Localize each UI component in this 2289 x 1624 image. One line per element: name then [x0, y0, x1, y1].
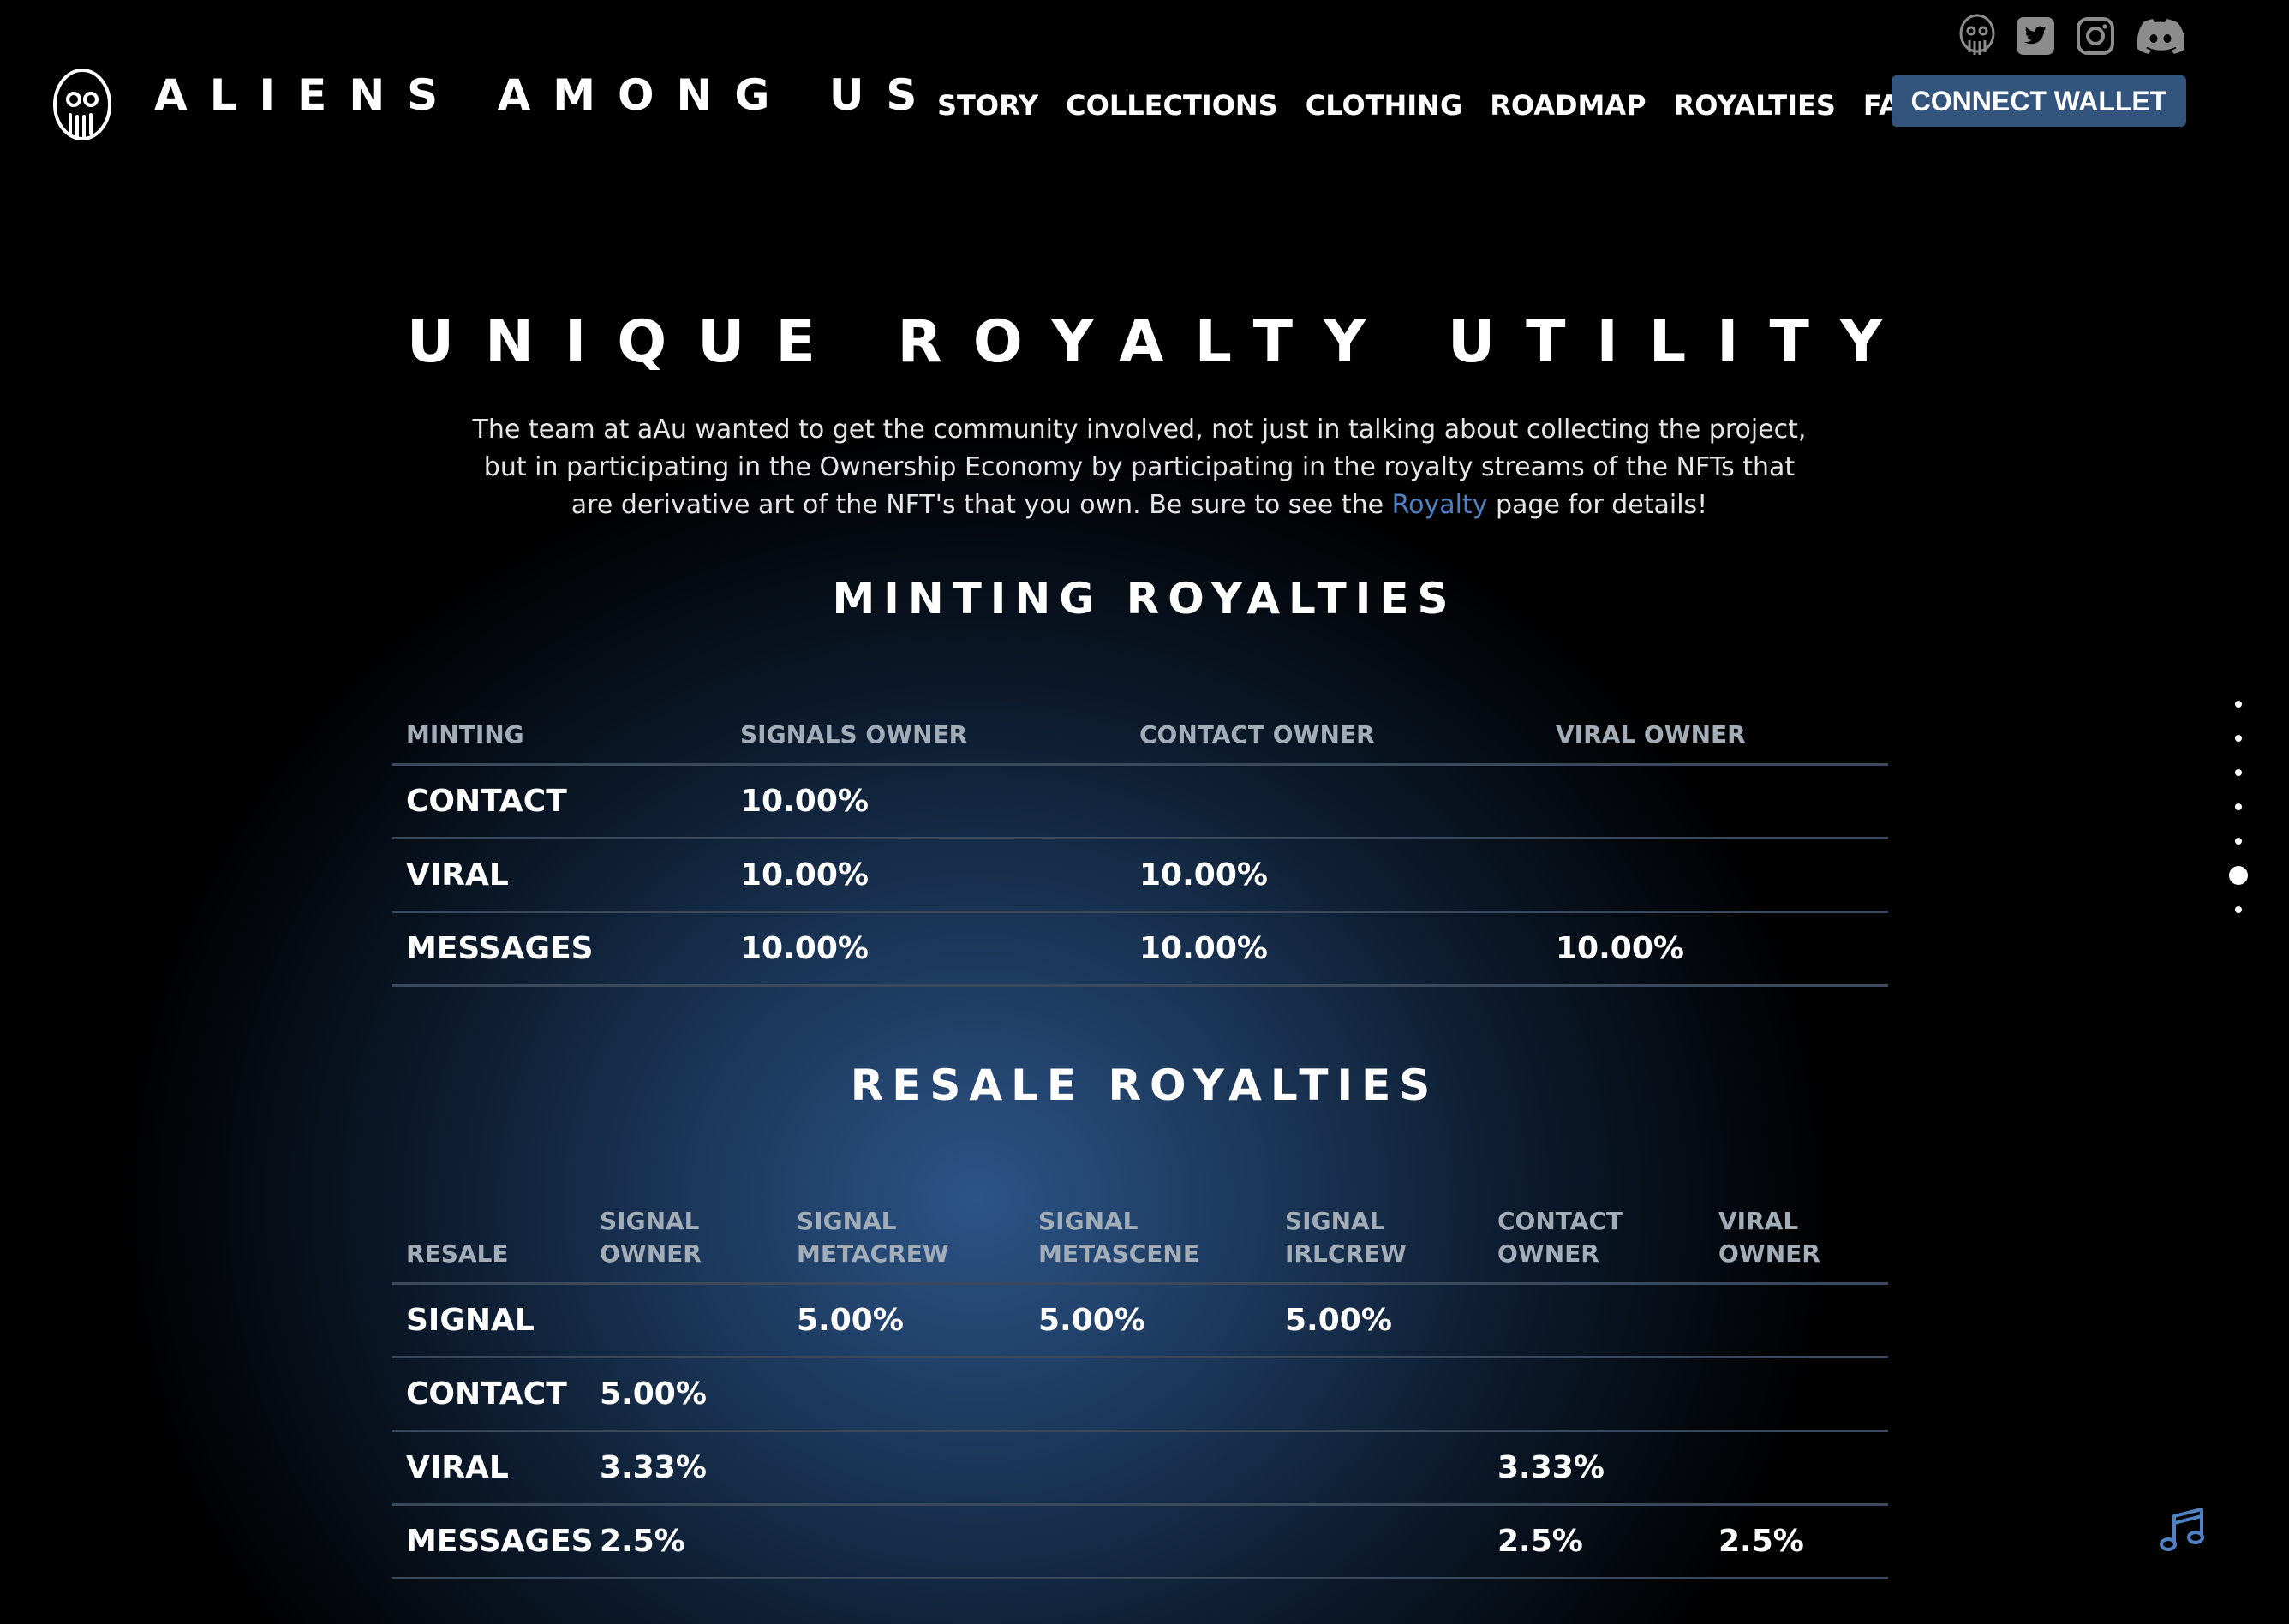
resale-heading: RESALE ROYALTIES: [850, 1060, 1439, 1110]
intro-text-after: page for details!: [1487, 490, 1708, 520]
table-cell: [1542, 838, 1888, 913]
table-cell: 10.00%: [1126, 838, 1542, 913]
discord-icon[interactable]: [2135, 12, 2186, 60]
table-cell: [1705, 1283, 1888, 1358]
column-header: RESALE: [392, 1196, 586, 1285]
column-header: SIGNAL IRLCREW: [1271, 1196, 1484, 1285]
table-cell: [586, 1283, 783, 1358]
table-cell: [783, 1357, 1025, 1432]
table-row: CONTACT 10.00%: [392, 764, 1888, 839]
table-cell: [783, 1504, 1025, 1579]
minting-heading: MINTING ROYALTIES: [832, 574, 1457, 624]
table-cell: 5.00%: [586, 1357, 783, 1432]
table-row: VIRAL 10.00% 10.00%: [392, 838, 1888, 913]
table-cell: [1025, 1430, 1271, 1506]
column-header: SIGNALS OWNER: [726, 701, 1126, 766]
table-cell: 3.33%: [586, 1430, 783, 1506]
table-row: CONTACT 5.00%: [392, 1357, 1888, 1432]
table-cell: [1126, 764, 1542, 839]
table-cell: [1484, 1283, 1705, 1358]
table-cell: 5.00%: [1025, 1283, 1271, 1358]
column-header: VIRAL OWNER: [1705, 1196, 1888, 1285]
section-dot[interactable]: [2235, 838, 2242, 845]
table-cell: VIRAL: [392, 838, 726, 913]
table-row: SIGNAL 5.00% 5.00% 5.00%: [392, 1283, 1888, 1358]
table-cell: 2.5%: [586, 1504, 783, 1579]
table-cell: [1705, 1357, 1888, 1432]
table-cell: VIRAL: [392, 1430, 586, 1506]
nav-clothing[interactable]: CLOTHING: [1306, 89, 1463, 122]
table-cell: 10.00%: [726, 764, 1126, 839]
table-cell: 2.5%: [1484, 1504, 1705, 1579]
twitter-icon[interactable]: [2011, 12, 2059, 60]
table-cell: CONTACT: [392, 764, 726, 839]
table-cell: MESSAGES: [392, 1504, 594, 1579]
royalty-link[interactable]: Royalty: [1392, 490, 1488, 520]
table-cell: [1025, 1357, 1271, 1432]
table-cell: 10.00%: [1126, 911, 1542, 987]
section-dot[interactable]: [2235, 701, 2242, 708]
column-header: SIGNAL METASCENE: [1025, 1196, 1271, 1285]
section-dot[interactable]: [2235, 735, 2242, 742]
table-cell: [1271, 1357, 1484, 1432]
table-cell: [1271, 1504, 1484, 1579]
table-cell: [1542, 764, 1888, 839]
page-title: UNIQUE ROYALTY UTILITY: [406, 308, 1914, 376]
connect-wallet-button[interactable]: CONNECT WALLET: [1892, 75, 2186, 127]
section-dot[interactable]: [2235, 803, 2242, 810]
column-header: SIGNAL OWNER: [586, 1196, 783, 1285]
alien-logo-icon[interactable]: [51, 65, 113, 151]
table-row: VIRAL 3.33% 3.33%: [392, 1430, 1888, 1506]
music-note-icon[interactable]: [2159, 1506, 2205, 1554]
main-nav: STORY COLLECTIONS CLOTHING ROADMAP ROYAL…: [937, 89, 1951, 122]
table-cell: 5.00%: [1271, 1283, 1484, 1358]
section-dot[interactable]: [2235, 769, 2242, 776]
minting-table: MINTING SIGNALS OWNER CONTACT OWNER VIRA…: [392, 701, 1888, 987]
table-row: MESSAGES 10.00% 10.00% 10.00%: [392, 911, 1888, 987]
table-cell: CONTACT: [392, 1357, 586, 1432]
table-cell: 10.00%: [1542, 911, 1888, 987]
column-header: SIGNAL METACREW: [783, 1196, 1025, 1285]
table-cell: 3.33%: [1484, 1430, 1705, 1506]
nav-roadmap[interactable]: ROADMAP: [1490, 89, 1646, 122]
nav-collections[interactable]: COLLECTIONS: [1066, 89, 1278, 122]
table-cell: 10.00%: [726, 838, 1126, 913]
table-cell: [1271, 1430, 1484, 1506]
instagram-icon[interactable]: [2071, 12, 2119, 60]
column-header: CONTACT OWNER: [1126, 701, 1542, 766]
table-cell: [1705, 1430, 1888, 1506]
column-header: CONTACT OWNER: [1484, 1196, 1705, 1285]
table-header-row: RESALE SIGNAL OWNER SIGNAL METACREW SIGN…: [392, 1196, 1888, 1285]
table-cell: [1025, 1504, 1271, 1579]
table-cell: 5.00%: [783, 1283, 1025, 1358]
table-cell: SIGNAL: [392, 1283, 586, 1358]
section-dot[interactable]: [2235, 906, 2242, 913]
nav-royalties[interactable]: ROYALTIES: [1674, 89, 1836, 122]
column-header: MINTING: [392, 701, 726, 766]
section-dot-active[interactable]: [2229, 866, 2248, 885]
brand-name[interactable]: ALIENS AMONG US: [154, 70, 939, 120]
table-cell: MESSAGES: [392, 911, 726, 987]
resale-table: RESALE SIGNAL OWNER SIGNAL METACREW SIGN…: [392, 1196, 1888, 1579]
table-cell: 2.5%: [1705, 1504, 1888, 1579]
alien-logo-icon[interactable]: [1953, 12, 2001, 60]
nav-story[interactable]: STORY: [937, 89, 1038, 122]
table-row: MESSAGES 2.5% 2.5% 2.5%: [392, 1504, 1888, 1579]
table-cell: 10.00%: [726, 911, 1126, 987]
intro-text: The team at aAu wanted to get the commun…: [463, 411, 1816, 524]
table-cell: [783, 1430, 1025, 1506]
table-cell: [1484, 1357, 1705, 1432]
column-header: VIRAL OWNER: [1542, 701, 1888, 766]
table-header-row: MINTING SIGNALS OWNER CONTACT OWNER VIRA…: [392, 701, 1888, 766]
